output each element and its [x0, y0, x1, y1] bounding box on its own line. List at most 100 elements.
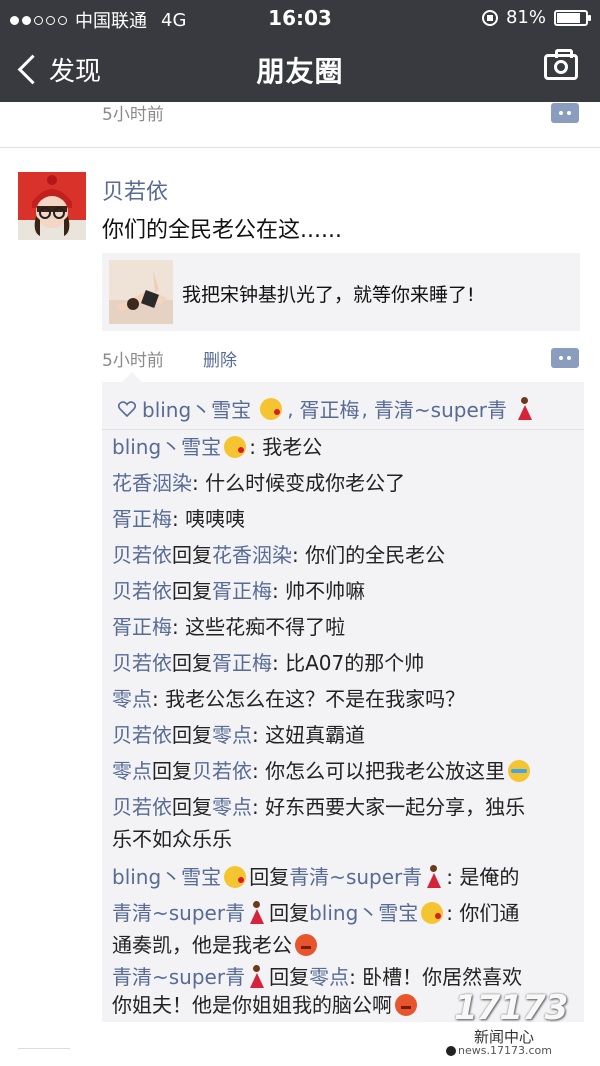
- comment-author[interactable]: 贝若依: [112, 795, 172, 819]
- comment-author[interactable]: 零点: [112, 759, 152, 783]
- comment-colon: :: [252, 723, 259, 747]
- comment-item[interactable]: bling丶雪宝: 我老公: [112, 432, 322, 462]
- comment-item[interactable]: bling丶雪宝 回复青清~super青: 是俺的: [112, 862, 519, 892]
- comment-item[interactable]: 青清~super青 回复bling丶雪宝: 你们通: [112, 898, 519, 928]
- shared-link-card[interactable]: 我把宋钟基扒光了，就等你来睡了!: [102, 253, 580, 331]
- comment-colon: :: [349, 965, 356, 989]
- comment-item[interactable]: 贝若依回复零点: 好东西要大家一起分享，独乐: [112, 792, 525, 822]
- avatar[interactable]: [18, 172, 86, 240]
- comment-author[interactable]: 胥正梅: [112, 507, 172, 531]
- comment-text: 是俺的: [453, 865, 520, 889]
- reply-target[interactable]: 零点: [212, 795, 252, 819]
- comment-author[interactable]: bling丶雪宝: [112, 435, 221, 459]
- comment-item[interactable]: 花香洇染: 什么时候变成你老公了: [112, 468, 405, 498]
- like-user[interactable]: 青清~super青: [374, 394, 507, 423]
- footer-divider: [18, 1048, 70, 1049]
- delete-button[interactable]: 删除: [203, 346, 237, 371]
- watermark-dot-icon: [446, 1046, 456, 1056]
- comment-item[interactable]: 零点: 我老公怎么在这？不是在我家吗？: [112, 684, 465, 714]
- comment-continuation: 通奏凯，他是我老公: [112, 930, 320, 960]
- angry-emoji-icon: [295, 934, 317, 956]
- comment-author[interactable]: 贝若依: [112, 651, 172, 675]
- comment-colon: :: [252, 795, 259, 819]
- comment-colon: :: [172, 615, 179, 639]
- kiss-emoji-icon: [260, 397, 283, 420]
- comment-colon: :: [192, 471, 199, 495]
- like-user[interactable]: bling丶雪宝: [142, 394, 251, 423]
- heart-icon: [118, 400, 136, 417]
- dancer-emoji-icon: [248, 965, 266, 989]
- comment-item[interactable]: 贝若依回复零点: 这妞真霸道: [112, 720, 365, 750]
- comment-author[interactable]: 青清~super青: [112, 965, 245, 989]
- reply-target[interactable]: 胥正梅: [212, 579, 272, 603]
- reply-target[interactable]: bling丶雪宝: [309, 901, 418, 925]
- post-divider: [0, 147, 600, 148]
- post-text: 你们的全民老公在这......: [102, 218, 342, 243]
- camera-icon[interactable]: [544, 49, 578, 80]
- comment-text-continued: 通奏凯，他是我老公: [112, 933, 292, 957]
- comment-colon: :: [172, 507, 179, 531]
- dancer-emoji-icon: [516, 396, 534, 421]
- dancer-emoji-icon: [425, 865, 443, 889]
- kiss-emoji-icon: [421, 902, 444, 924]
- reply-word: 回复: [152, 759, 192, 783]
- battery-icon: [554, 9, 591, 26]
- reply-target[interactable]: 花香洇染: [212, 543, 292, 567]
- comment-item[interactable]: 贝若依回复胥正梅: 帅不帅嘛: [112, 576, 365, 606]
- comment-author[interactable]: 零点: [112, 687, 152, 711]
- comment-item[interactable]: 胥正梅: 这些花痴不得了啦: [112, 612, 345, 642]
- page-title: 朋友圈: [256, 55, 344, 88]
- comment-item[interactable]: 胥正梅: 咦咦咦: [112, 504, 245, 534]
- watermark-logo: 17173: [454, 988, 568, 1028]
- comment-author[interactable]: 花香洇染: [112, 471, 192, 495]
- comment-text: 什么时候变成你老公了: [198, 471, 406, 495]
- dancer-emoji-icon: [248, 901, 266, 925]
- comment-colon: :: [272, 579, 279, 603]
- reply-target[interactable]: 胥正梅: [212, 651, 272, 675]
- status-right: 81%: [481, 7, 591, 28]
- reply-target[interactable]: 青清~super青: [289, 865, 422, 889]
- comment-action-icon[interactable]: [551, 103, 579, 123]
- post-author[interactable]: 贝若依: [102, 174, 168, 206]
- comment-text: 好东西要大家一起分享，独乐: [258, 795, 526, 819]
- comment-author[interactable]: 贝若依: [112, 543, 172, 567]
- comment-text: 我老公: [255, 435, 323, 459]
- comment-colon: :: [272, 651, 279, 675]
- reply-target[interactable]: 贝若依: [192, 759, 252, 783]
- likes-divider: [102, 429, 584, 430]
- comment-author[interactable]: 胥正梅: [112, 615, 172, 639]
- reply-target[interactable]: 零点: [212, 723, 252, 747]
- likes-row: bling丶雪宝 , 胥正梅 , 青清~super青: [118, 394, 537, 423]
- comment-item[interactable]: 贝若依回复花香洇染: 你们的全民老公: [112, 540, 445, 570]
- comment-continuation: 你姐夫！他是你姐姐我的脑公啊: [112, 990, 420, 1020]
- comment-author[interactable]: 贝若依: [112, 723, 172, 747]
- comment-author[interactable]: 青清~super青: [112, 901, 245, 925]
- comment-colon: :: [152, 687, 159, 711]
- share-thumbnail: [109, 260, 173, 324]
- comment-item[interactable]: 贝若依回复胥正梅: 比A07的那个帅: [112, 648, 424, 678]
- reply-word: 回复: [269, 965, 310, 989]
- comment-action-icon[interactable]: [551, 348, 579, 368]
- like-user[interactable]: 胥正梅: [300, 394, 360, 423]
- watermark: 17173 新闻中心 news.17173.com: [444, 988, 594, 1060]
- comment-author[interactable]: bling丶雪宝: [112, 865, 221, 889]
- comment-text: 你们通: [453, 901, 520, 925]
- comment-colon: :: [252, 759, 259, 783]
- reply-word: 回复: [249, 865, 290, 889]
- reply-word: 回复: [172, 723, 212, 747]
- reply-target[interactable]: 零点: [309, 965, 349, 989]
- comment-colon: :: [446, 901, 454, 925]
- reply-word: 回复: [172, 543, 212, 567]
- battery-percent: 81%: [505, 7, 546, 28]
- comment-text: 你们的全民老公: [298, 543, 446, 567]
- previous-post-time: 5小时前: [102, 105, 164, 125]
- comment-item[interactable]: 零点回复贝若依: 你怎么可以把我老公放这里: [112, 756, 533, 786]
- comment-author[interactable]: 贝若依: [112, 579, 172, 603]
- watermark-url: news.17173.com: [458, 1044, 552, 1057]
- rotation-lock-icon: [481, 9, 498, 26]
- comment-text: 帅不帅嘛: [278, 579, 366, 603]
- kiss-emoji-icon: [224, 866, 247, 888]
- comment-continuation: 乐不如众乐乐: [112, 824, 232, 854]
- comment-text: 这些花痴不得了啦: [178, 615, 346, 639]
- share-title: 我把宋钟基扒光了，就等你来睡了!: [182, 284, 475, 306]
